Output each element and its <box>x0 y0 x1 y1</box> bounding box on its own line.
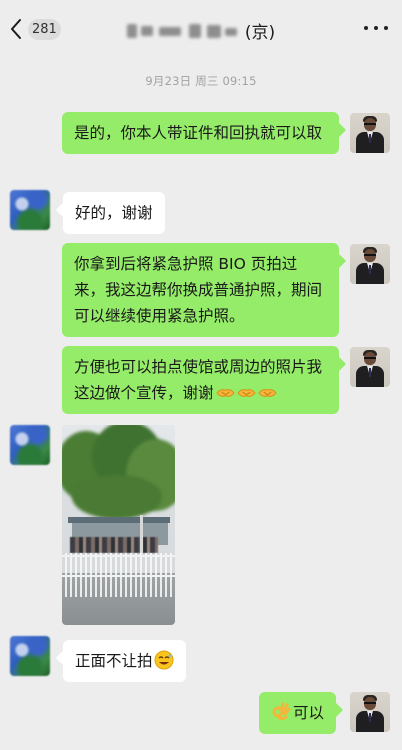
my-avatar[interactable] <box>350 113 390 153</box>
message-text: 你拿到后将紧急护照 BIO 页拍过来，我这边帮你换成普通护照，期间可以继续使用紧… <box>74 255 323 325</box>
my-avatar[interactable] <box>350 244 390 284</box>
message-text: 好的，谢谢 <box>75 204 153 222</box>
message-text: 方便也可以拍点使馆或周边的照片我这边做个宣传，谢谢 <box>74 358 323 402</box>
photo-message[interactable] <box>62 425 175 625</box>
contact-avatar[interactable] <box>10 636 50 676</box>
blurred-contact-name <box>126 22 245 40</box>
more-options-button[interactable] <box>364 20 388 36</box>
my-avatar[interactable] <box>350 692 390 732</box>
handshake-emoji-icon <box>257 386 277 400</box>
dot-icon <box>374 26 378 30</box>
message-text: 正面不让拍 <box>75 652 153 670</box>
message-bubble-sent[interactable]: 你拿到后将紧急护照 BIO 页拍过来，我这边帮你换成普通护照，期间可以继续使用紧… <box>62 243 339 337</box>
handshake-emoji-icon <box>236 386 256 400</box>
chat-header: 281 (京) <box>0 0 402 58</box>
message-text: 是的，你本人带证件和回执就可以取 <box>74 124 323 142</box>
contact-avatar[interactable] <box>10 190 50 230</box>
chat-title: (京) <box>0 18 402 43</box>
dot-icon <box>364 26 368 30</box>
message-bubble-received[interactable]: 正面不让拍 <box>63 640 186 682</box>
message-bubble-sent[interactable]: 是的，你本人带证件和回执就可以取 <box>62 112 339 154</box>
message-bubble-received[interactable]: 好的，谢谢 <box>63 192 165 234</box>
contact-avatar[interactable] <box>10 425 50 465</box>
my-avatar[interactable] <box>350 347 390 387</box>
message-timestamp: 9月23日 周三 09:15 <box>145 74 257 88</box>
ok-hand-emoji-icon <box>271 702 291 722</box>
dot-icon <box>384 26 388 30</box>
message-bubble-sent[interactable]: 可以 <box>259 692 337 734</box>
message-bubble-sent[interactable]: 方便也可以拍点使馆或周边的照片我这边做个宣传，谢谢 <box>62 346 339 414</box>
chat-title-suffix: (京) <box>244 23 276 43</box>
handshake-emoji-icon <box>215 386 235 400</box>
sweat-smile-emoji-icon <box>154 650 174 670</box>
message-text: 可以 <box>293 704 325 722</box>
